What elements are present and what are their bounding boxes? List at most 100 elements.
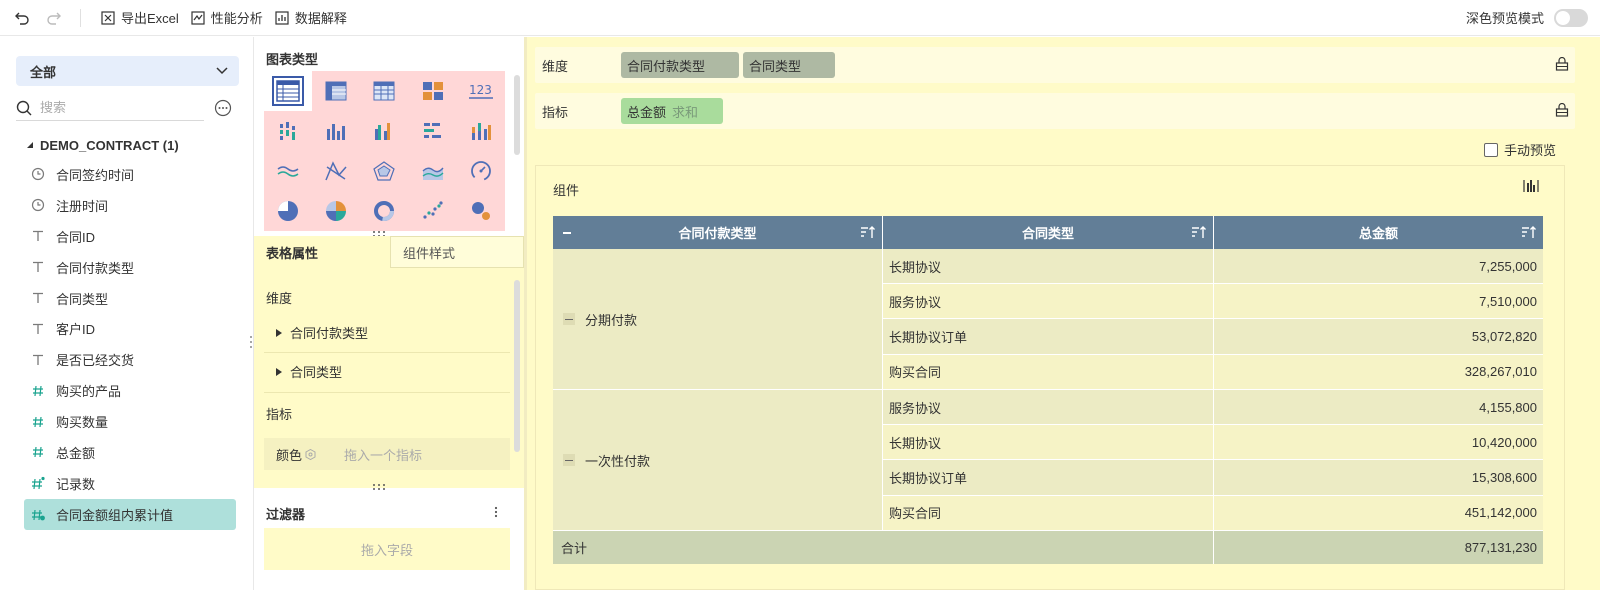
search-input[interactable] xyxy=(40,100,190,115)
field-item[interactable]: 购买的产品 xyxy=(24,375,236,406)
filter-drop-zone[interactable]: 拖入字段 xyxy=(264,528,510,570)
export-excel-button[interactable]: 导出Excel xyxy=(101,8,179,27)
collapse-group-icon[interactable] xyxy=(563,454,575,466)
caret-right-icon xyxy=(276,328,282,337)
svg-text:123: 123 xyxy=(469,83,492,97)
chart-type-option[interactable] xyxy=(457,191,505,231)
calc-number-icon xyxy=(30,507,46,521)
field-item[interactable]: 购买数量 xyxy=(24,406,236,437)
dimension-pill[interactable]: 合同类型 xyxy=(743,52,835,78)
chart-type-option[interactable] xyxy=(409,111,457,151)
divider xyxy=(264,352,510,353)
performance-analysis-button[interactable]: 性能分析 xyxy=(191,8,263,27)
undo-icon[interactable] xyxy=(12,8,32,28)
chart-type-option[interactable] xyxy=(264,71,313,111)
chart-type-option[interactable] xyxy=(409,151,457,191)
scatter-line-icon xyxy=(325,161,347,181)
chart-settings-icon[interactable] xyxy=(1523,179,1539,193)
sort-icon[interactable] xyxy=(860,225,876,239)
cross-table-icon xyxy=(325,81,347,101)
field-item[interactable]: 注册时间 xyxy=(24,190,236,221)
multi-series-bar-icon xyxy=(277,121,299,141)
header-label: 总金额 xyxy=(1358,226,1398,241)
chart-type-option[interactable] xyxy=(264,111,312,151)
data-explain-button[interactable]: 数据解释 xyxy=(275,8,347,27)
field-item[interactable]: 合同金额组内累计值 xyxy=(24,498,236,530)
column-header[interactable]: 总金额 xyxy=(1214,216,1543,249)
checkbox[interactable] xyxy=(1484,142,1498,157)
chart-type-option[interactable] xyxy=(409,191,457,231)
measure-shelf[interactable]: 指标 总金额 求和 xyxy=(535,93,1575,129)
field-item[interactable]: 合同类型 xyxy=(24,283,236,314)
lock-icon[interactable] xyxy=(1555,57,1569,71)
chart-type-option[interactable] xyxy=(457,111,505,151)
amount-cell: 53,072,820 xyxy=(1471,328,1537,344)
tab-table-properties[interactable]: 表格属性 xyxy=(254,236,390,268)
table-name: DEMO_CONTRACT (1) xyxy=(40,138,179,153)
chart-type-option[interactable] xyxy=(409,71,457,111)
chart-type-option[interactable]: 123 xyxy=(457,71,505,111)
calc-number-icon xyxy=(30,476,46,490)
type-cell: 服务协议 xyxy=(883,390,1214,425)
sort-icon[interactable] xyxy=(1521,225,1537,239)
chart-type-option[interactable] xyxy=(312,71,360,111)
collapse-group-icon[interactable] xyxy=(563,313,575,325)
field-item[interactable]: 记录数 xyxy=(24,468,236,499)
kebab-menu-icon[interactable] xyxy=(494,506,498,518)
chart-type-option[interactable] xyxy=(312,191,360,231)
chart-type-option[interactable] xyxy=(264,191,312,231)
field-item[interactable]: 客户ID xyxy=(24,313,236,344)
field-label: 购买数量 xyxy=(56,415,109,431)
chart-type-option[interactable] xyxy=(312,151,360,191)
table-node[interactable]: DEMO_CONTRACT (1) xyxy=(26,138,179,153)
field-item[interactable]: 合同付款类型 xyxy=(24,252,236,283)
bubble-chart-icon xyxy=(470,200,492,222)
column-header[interactable]: 合同付款类型 xyxy=(553,216,883,249)
chart-type-option[interactable] xyxy=(360,191,408,231)
chart-type-option[interactable] xyxy=(457,151,505,191)
redo-icon[interactable] xyxy=(44,8,64,28)
chart-type-option[interactable] xyxy=(264,151,312,191)
field-item[interactable]: 合同签约时间 xyxy=(24,159,236,190)
sort-icon[interactable] xyxy=(1191,225,1207,239)
field-item[interactable]: 总金额 xyxy=(24,437,236,468)
dimension-item[interactable]: 合同付款类型 xyxy=(276,323,368,342)
field-item[interactable]: 合同ID xyxy=(24,221,236,252)
number-type-icon xyxy=(30,416,46,428)
more-options-icon[interactable] xyxy=(214,99,232,117)
chart-palette-scrollbar[interactable] xyxy=(514,75,520,155)
settings-hex-icon xyxy=(305,448,316,460)
line-chart-icon xyxy=(277,161,299,181)
dimension-item[interactable]: 合同类型 xyxy=(276,362,342,381)
color-field-drop[interactable]: 颜色 拖入一个指标 xyxy=(264,438,510,470)
group-label: 分期付款 xyxy=(585,312,638,328)
vertical-splitter-handle[interactable] xyxy=(372,483,386,491)
amount-cell: 451,142,000 xyxy=(1464,505,1537,521)
field-item[interactable]: 是否已经交货 xyxy=(24,344,236,375)
rose-chart-icon xyxy=(325,200,347,222)
search-icon xyxy=(16,100,32,115)
manual-preview-checkbox[interactable]: 手动预览 xyxy=(1484,140,1556,159)
table-header: 合同付款类型 合同类型 总金额 xyxy=(553,216,1543,249)
chart-type-option[interactable] xyxy=(312,111,360,151)
chart-type-option[interactable] xyxy=(360,71,408,111)
type-cell: 长期协议订单 xyxy=(883,319,1214,354)
dark-preview-toggle[interactable] xyxy=(1554,8,1588,27)
chart-type-option[interactable] xyxy=(360,111,408,151)
dimension-shelf[interactable]: 维度 合同付款类型 合同类型 xyxy=(535,47,1575,83)
collapse-all-icon[interactable] xyxy=(563,232,571,234)
column-chart-icon xyxy=(325,121,347,141)
measure-pill[interactable]: 总金额 求和 xyxy=(621,98,723,124)
color-label: 颜色 xyxy=(276,447,303,463)
column-header[interactable]: 合同类型 xyxy=(883,216,1214,249)
tab-component-style[interactable]: 组件样式 xyxy=(390,236,524,268)
canvas-panel: 维度 合同付款类型 合同类型 指标 总金额 求和 手动预览 组件 合同付款类型 xyxy=(524,37,1600,590)
amount-cell: 15,308,600 xyxy=(1471,469,1537,485)
field-label: 合同类型 xyxy=(56,291,109,307)
grouped-column-icon xyxy=(373,121,395,141)
chart-type-option[interactable] xyxy=(360,151,408,191)
datasource-select[interactable]: 全部 xyxy=(16,56,239,86)
properties-scrollbar[interactable] xyxy=(514,280,520,452)
lock-icon[interactable] xyxy=(1555,103,1569,117)
dimension-pill[interactable]: 合同付款类型 xyxy=(621,52,739,78)
